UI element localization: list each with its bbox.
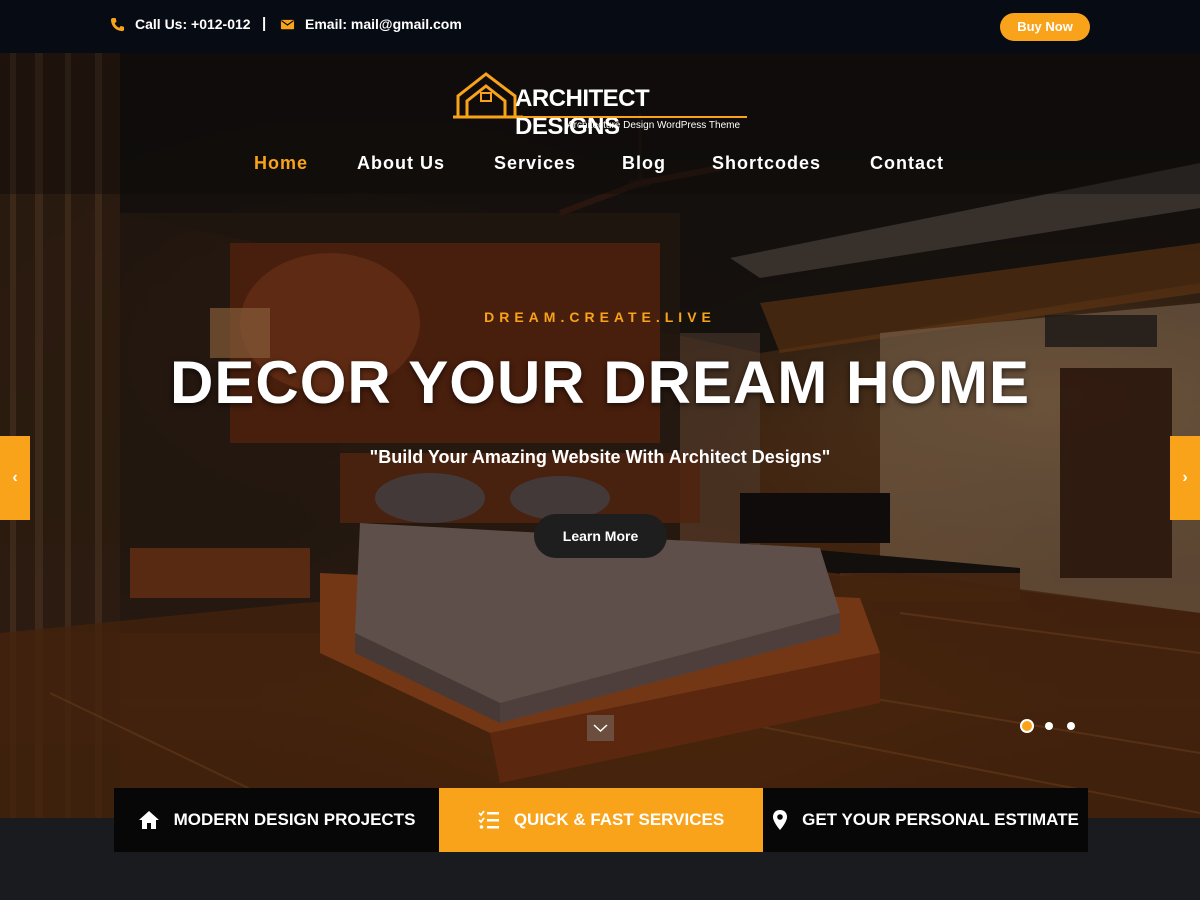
nav-about-us[interactable]: About Us <box>357 153 445 174</box>
site-logo[interactable]: ARCHITECT DESIGNS Architecture Design Wo… <box>453 71 753 140</box>
nav-shortcodes[interactable]: Shortcodes <box>712 153 821 174</box>
feature-quick-services[interactable]: QUICK & FAST SERVICES <box>439 788 763 852</box>
logo-subtitle: Architecture Design WordPress Theme <box>567 120 741 131</box>
email-contact[interactable]: Email: mail@gmail.com <box>280 16 462 32</box>
phone-icon <box>110 17 125 31</box>
main-navigation: Home About Us Services Blog Shortcodes C… <box>0 153 1200 178</box>
feature-label: GET YOUR PERSONAL ESTIMATE <box>802 810 1079 829</box>
buy-now-button[interactable]: Buy Now <box>1000 13 1090 41</box>
top-bar: Call Us: +012-012 | Email: mail@gmail.co… <box>0 0 1200 53</box>
house-logo-icon <box>453 72 523 119</box>
phone-text: Call Us: +012-012 <box>135 16 251 32</box>
contact-separator: | <box>262 15 267 32</box>
logo-title: ARCHITECT DESIGNS <box>515 85 650 140</box>
chevron-right-icon: › <box>1182 469 1188 486</box>
nav-services[interactable]: Services <box>494 153 576 174</box>
slide-headline: DECOR YOUR DREAM HOME <box>170 349 1030 416</box>
hero-slider: ARCHITECT DESIGNS Architecture Design Wo… <box>0 53 1200 818</box>
feature-label: QUICK & FAST SERVICES <box>513 810 725 829</box>
logo-underline <box>517 116 747 118</box>
learn-more-button[interactable]: Learn More <box>534 514 667 558</box>
nav-blog[interactable]: Blog <box>622 153 666 174</box>
slide-kicker: DREAM.CREATE.LIVE <box>484 309 716 325</box>
envelope-icon <box>280 19 295 29</box>
phone-contact[interactable]: Call Us: +012-012 <box>110 16 251 32</box>
slide-subline: "Build Your Amazing Website With Archite… <box>369 447 831 467</box>
scroll-down-button[interactable] <box>587 715 614 741</box>
home-icon <box>138 811 159 829</box>
email-text: Email: mail@gmail.com <box>305 16 462 32</box>
slider-next-button[interactable]: › <box>1170 436 1200 520</box>
map-pin-icon <box>773 810 788 830</box>
feature-personal-estimate[interactable]: GET YOUR PERSONAL ESTIMATE <box>763 788 1088 852</box>
slider-prev-button[interactable]: ‹ <box>0 436 30 520</box>
slider-dot-1[interactable] <box>1020 719 1034 733</box>
feature-modern-design[interactable]: MODERN DESIGN PROJECTS <box>114 788 439 852</box>
list-check-icon <box>478 810 499 829</box>
nav-home[interactable]: Home <box>254 153 308 174</box>
feature-boxes: MODERN DESIGN PROJECTS QUICK & FAST SERV… <box>114 788 1088 852</box>
slider-dot-3[interactable] <box>1067 722 1075 730</box>
slider-dot-2[interactable] <box>1045 722 1053 730</box>
feature-label: MODERN DESIGN PROJECTS <box>173 810 416 829</box>
chevron-left-icon: ‹ <box>12 469 18 486</box>
chevron-down-icon <box>593 724 608 733</box>
nav-contact[interactable]: Contact <box>870 153 944 174</box>
